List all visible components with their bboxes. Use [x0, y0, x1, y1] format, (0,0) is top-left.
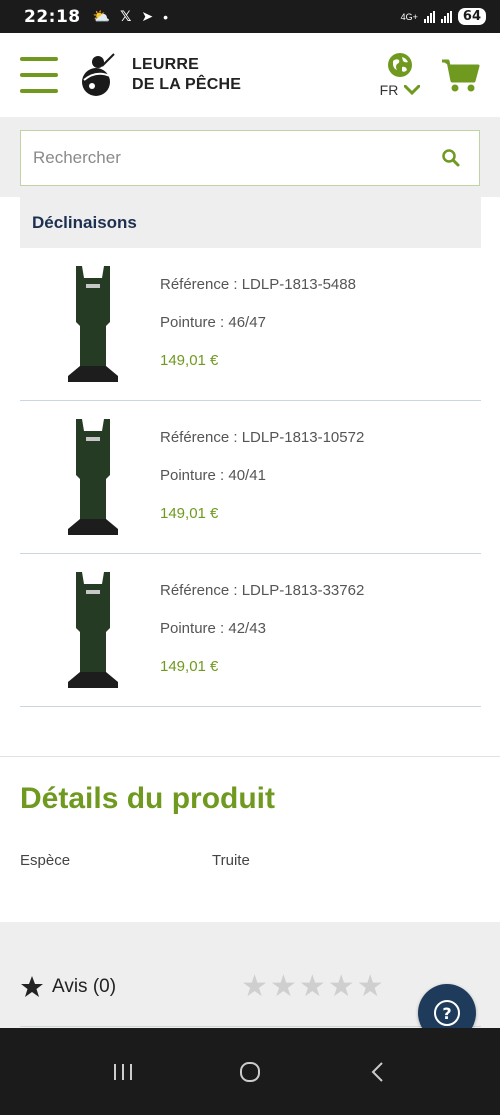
globe-icon: [388, 53, 412, 77]
site-logo[interactable]: LEURRE DE LA PÊCHE: [76, 52, 241, 98]
variant-size: Pointure : 42/43: [160, 620, 266, 637]
reviews-label: Avis (0): [52, 976, 117, 997]
variant-reference: Référence : LDLP-1813-5488: [160, 276, 356, 293]
rating-stars: ★ ★ ★ ★ ★: [241, 972, 384, 1002]
rating-star-icon: ★: [269, 970, 297, 1003]
search-icon[interactable]: [441, 148, 461, 168]
variant-price: 149,01 €: [160, 352, 219, 369]
search-input[interactable]: [33, 148, 441, 168]
signal-icon-2: [440, 10, 452, 23]
language-selector[interactable]: FR: [376, 52, 424, 98]
network-label: 4G+: [400, 11, 418, 22]
language-code: FR: [379, 82, 399, 98]
search-bar: [20, 130, 480, 186]
variant-size: Pointure : 46/47: [160, 314, 266, 331]
rating-star-icon: ★: [327, 970, 355, 1003]
variants-list: Référence : LDLP-1813-5488 Pointure : 46…: [20, 248, 481, 707]
variant-item[interactable]: Référence : LDLP-1813-10572 Pointure : 4…: [20, 401, 481, 554]
battery-icon: 64: [457, 8, 486, 25]
star-icon: [21, 976, 43, 997]
product-details-title: Détails du produit: [20, 782, 275, 815]
weather-icon: ⛅: [92, 8, 111, 24]
variant-price: 149,01 €: [160, 658, 219, 675]
back-icon[interactable]: [357, 1052, 397, 1092]
rating-star-icon: ★: [241, 970, 268, 1003]
recent-apps-icon[interactable]: [103, 1052, 143, 1092]
dot-icon: •: [163, 8, 168, 25]
menu-icon[interactable]: [20, 57, 58, 93]
chevron-down-icon: [404, 85, 421, 95]
logo-text-line2: DE LA PÊCHE: [132, 76, 242, 93]
details-value: Truite: [212, 852, 250, 869]
waders-image: [68, 419, 118, 535]
variant-reference: Référence : LDLP-1813-10572: [160, 429, 365, 446]
details-key: Espèce: [20, 852, 71, 869]
reviews-toggle[interactable]: Avis (0): [20, 975, 116, 999]
help-icon: ?: [434, 1000, 460, 1026]
telegram-icon: ➤: [141, 8, 154, 24]
variants-heading: Déclinaisons: [20, 197, 481, 248]
logo-text-line1: LEURRE: [132, 56, 199, 73]
rating-star-icon: ★: [298, 970, 326, 1003]
rating-star-icon: ★: [356, 970, 384, 1003]
waders-image: [68, 572, 118, 688]
system-nav-bar: [0, 1028, 500, 1115]
waders-image: [68, 266, 118, 382]
variant-item[interactable]: Référence : LDLP-1813-5488 Pointure : 46…: [20, 248, 481, 401]
search-area: [0, 117, 500, 197]
cart-icon[interactable]: [440, 55, 480, 95]
home-icon[interactable]: [230, 1052, 270, 1092]
status-time: 22:18: [24, 6, 81, 27]
variant-size: Pointure : 40/41: [160, 467, 266, 484]
variant-price: 149,01 €: [160, 505, 219, 522]
signal-icon: [423, 10, 435, 23]
variant-item[interactable]: Référence : LDLP-1813-33762 Pointure : 4…: [20, 554, 481, 707]
variant-reference: Référence : LDLP-1813-33762: [160, 582, 365, 599]
site-header: LEURRE DE LA PÊCHE FR: [0, 33, 500, 117]
status-bar: 22:18 ⛅ 𝕏 ➤ • 4G+ 64: [0, 0, 500, 33]
reviews-divider: [20, 1026, 481, 1027]
x-icon: 𝕏: [120, 8, 132, 25]
details-row: Espèce Truite: [20, 852, 250, 869]
fisherman-logo-icon: [82, 53, 115, 96]
section-divider: [0, 756, 500, 757]
